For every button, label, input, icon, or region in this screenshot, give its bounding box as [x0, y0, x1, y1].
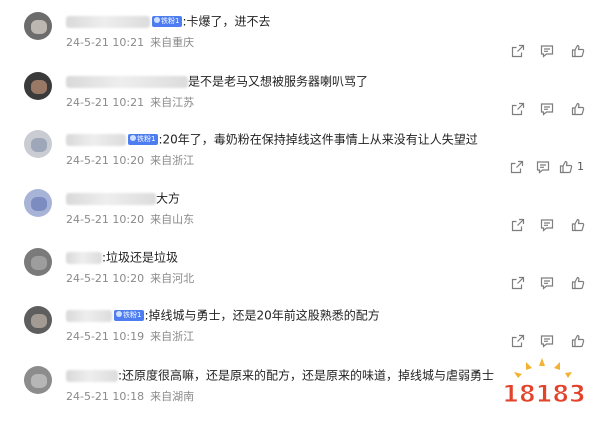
comment-text: :20年了，毒奶粉在保持掉线这件事情上从来没有让人失望过 [158, 132, 478, 147]
badge-icon [116, 311, 122, 317]
avatar[interactable] [24, 72, 52, 100]
comment-location: 来自湖南 [150, 390, 195, 403]
share-icon[interactable] [511, 218, 525, 232]
badge-icon [154, 17, 160, 23]
avatar[interactable] [24, 248, 52, 276]
comment-date: 24-5-21 10:20 [66, 213, 145, 226]
reply-icon[interactable] [540, 218, 554, 232]
share-icon[interactable] [510, 160, 524, 174]
like-icon[interactable] [571, 44, 585, 58]
reply-icon[interactable] [540, 276, 554, 290]
avatar[interactable] [24, 12, 52, 40]
reply-icon[interactable] [540, 102, 554, 116]
fan-badge: 铁粉1 [128, 134, 159, 145]
comment-item: 铁粉1:20年了，毒奶粉在保持掉线这件事情上从来没有让人失望过 24-5-21 … [0, 130, 600, 188]
comment-text: :卡爆了，进不去 [182, 14, 271, 29]
username-blurred[interactable] [66, 369, 118, 382]
comment-date: 24-5-21 10:21 [66, 36, 145, 49]
reply-icon[interactable] [536, 160, 550, 174]
username-blurred[interactable] [66, 309, 112, 322]
comment-item: 铁粉1:卡爆了，进不去 24-5-21 10:21 来自重庆 [0, 12, 600, 70]
like-icon[interactable] [571, 102, 585, 116]
comment-location: 来自河北 [150, 272, 195, 285]
comment-text: :垃圾还是垃圾 [102, 250, 179, 265]
comment-meta: 24-5-21 10:21 来自重庆 [66, 36, 194, 50]
comment-meta: 24-5-21 10:18 来自湖南 [66, 390, 194, 404]
username-blurred[interactable] [66, 192, 156, 205]
share-icon[interactable] [511, 44, 525, 58]
comment-item: 大方 24-5-21 10:20 来自山东 [0, 189, 600, 247]
share-icon[interactable] [511, 276, 525, 290]
reply-icon[interactable] [540, 44, 554, 58]
comment-text: :还原度很高嘛，还是原来的配方，还是原来的味道，掉线城与虐弱勇士 [118, 368, 495, 383]
comment-location: 来自山东 [150, 213, 195, 226]
comment-location: 来自江苏 [150, 96, 195, 109]
comment-meta: 24-5-21 10:20 来自河北 [66, 272, 194, 286]
like-icon[interactable] [571, 276, 585, 290]
comment-item: :垃圾还是垃圾 24-5-21 10:20 来自河北 [0, 248, 600, 306]
comment-date: 24-5-21 10:19 [66, 330, 145, 343]
comment-meta: 24-5-21 10:20 来自山东 [66, 213, 194, 227]
avatar[interactable] [24, 130, 52, 158]
comment-text: :掉线城与勇士，还是20年前这股熟悉的配方 [144, 308, 380, 323]
username-blurred[interactable] [66, 15, 150, 28]
share-icon[interactable] [511, 102, 525, 116]
comment-item: 是不是老马又想被服务器喇叭骂了 24-5-21 10:21 来自江苏 [0, 72, 600, 130]
username-blurred[interactable] [66, 133, 126, 146]
reply-icon[interactable] [540, 334, 554, 348]
like-icon[interactable] [571, 218, 585, 232]
comment-meta: 24-5-21 10:19 来自浙江 [66, 330, 194, 344]
comment-date: 24-5-21 10:20 [66, 154, 145, 167]
site-watermark-logo: 18183 [502, 356, 586, 414]
comment-date: 24-5-21 10:21 [66, 96, 145, 109]
avatar[interactable] [24, 306, 52, 334]
comment-text: 大方 [156, 191, 181, 206]
comment-location: 来自浙江 [150, 154, 195, 167]
comment-location: 来自重庆 [150, 36, 195, 49]
share-icon[interactable] [511, 334, 525, 348]
watermark-text: 18183 [502, 380, 586, 408]
comment-meta: 24-5-21 10:20 来自浙江 [66, 154, 194, 168]
avatar[interactable] [24, 189, 52, 217]
username-blurred[interactable] [66, 251, 102, 264]
fan-badge: 铁粉1 [152, 16, 183, 27]
like-count: 1 [577, 160, 584, 173]
comment-text: 是不是老马又想被服务器喇叭骂了 [188, 74, 369, 89]
like-icon[interactable] [559, 160, 573, 174]
fan-badge: 铁粉1 [114, 310, 145, 321]
badge-icon [130, 135, 136, 141]
username-blurred[interactable] [66, 75, 188, 88]
comment-date: 24-5-21 10:20 [66, 272, 145, 285]
like-icon[interactable] [571, 334, 585, 348]
comment-date: 24-5-21 10:18 [66, 390, 145, 403]
comment-location: 来自浙江 [150, 330, 195, 343]
avatar[interactable] [24, 366, 52, 394]
comment-meta: 24-5-21 10:21 来自江苏 [66, 96, 194, 110]
